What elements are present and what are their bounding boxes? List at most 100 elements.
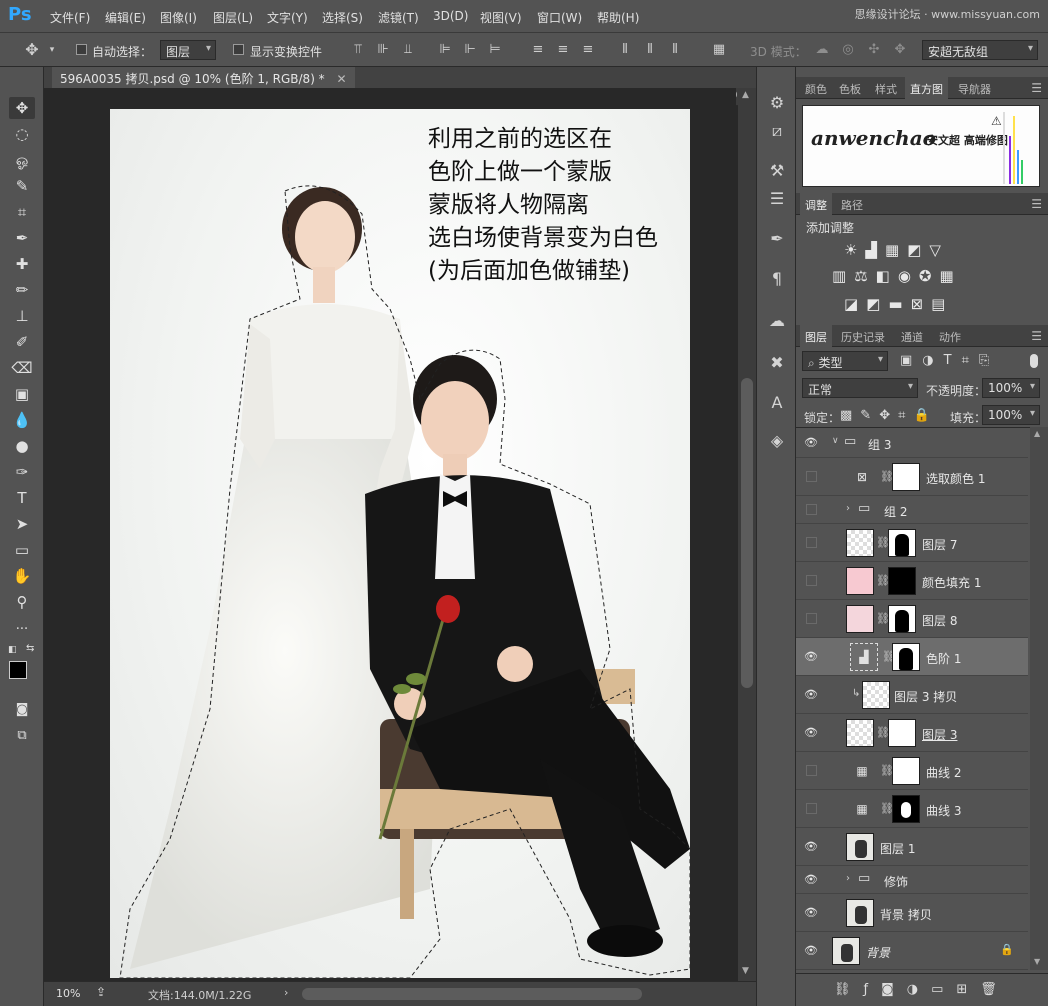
- status-menu-chevron-icon[interactable]: ›: [284, 986, 288, 999]
- align-vcenter-icon[interactable]: ⊪: [375, 42, 391, 58]
- lock-all-icon[interactable]: 🔒: [913, 408, 937, 423]
- layer-thumbnail[interactable]: [862, 681, 890, 709]
- menu-filter[interactable]: 滤镜(T): [378, 9, 419, 26]
- menu-file[interactable]: 文件(F): [50, 9, 90, 26]
- move-tool-icon[interactable]: ✥: [9, 97, 35, 119]
- horizontal-scroll-thumb[interactable]: [302, 988, 642, 1000]
- stamp-tool-icon[interactable]: ⊥: [9, 305, 35, 327]
- layer-mask-thumbnail[interactable]: [888, 529, 916, 557]
- vertical-scrollbar[interactable]: ▲ ▼: [738, 88, 756, 981]
- selective-color-icon[interactable]: ⊠: [911, 295, 932, 313]
- align-bottom-icon[interactable]: ⫫: [400, 42, 416, 58]
- layer-thumbnail[interactable]: [846, 605, 874, 633]
- photo-filter-icon[interactable]: ◉: [898, 267, 919, 285]
- new-group-icon[interactable]: ▭: [931, 982, 956, 997]
- lasso-tool-icon[interactable]: ஓ: [9, 149, 35, 171]
- layer-row[interactable]: 👁 背景 🔒: [796, 932, 1028, 970]
- invert-icon[interactable]: ◪: [844, 295, 866, 313]
- tab-histogram[interactable]: 直方图: [905, 77, 948, 99]
- 3d-roll-icon[interactable]: ◎: [840, 42, 856, 58]
- quick-mask-icon[interactable]: ◙: [9, 699, 35, 721]
- align-hcenter-icon[interactable]: ⊩: [462, 42, 478, 58]
- layer-mask-thumbnail[interactable]: [888, 605, 916, 633]
- layer-mask-thumbnail[interactable]: [888, 567, 916, 595]
- filter-toggle[interactable]: [1030, 354, 1038, 368]
- tool-presets-icon[interactable]: ⚒: [765, 159, 789, 183]
- visibility-toggle[interactable]: [806, 803, 817, 814]
- layer-row[interactable]: 👁 ↳ 图层 3 拷贝: [796, 676, 1028, 714]
- link-layers-icon[interactable]: ⛓: [834, 982, 864, 997]
- scroll-down-icon[interactable]: ▼: [1034, 957, 1040, 966]
- tab-navigator[interactable]: 导航器: [953, 77, 996, 99]
- scroll-down-icon[interactable]: ▼: [742, 966, 749, 976]
- menu-edit[interactable]: 编辑(E): [105, 9, 146, 26]
- visibility-toggle[interactable]: [806, 613, 817, 624]
- 3d-orbit-icon[interactable]: ☁: [814, 42, 830, 58]
- layer-row[interactable]: 👁 ⛓ 图层 3: [796, 714, 1028, 752]
- 3d-cube-icon[interactable]: ◈: [765, 429, 789, 453]
- layer-row[interactable]: 👁 图层 1: [796, 828, 1028, 866]
- expand-chevron-icon[interactable]: ›: [846, 873, 850, 884]
- lock-artboard-icon[interactable]: ⌗: [898, 408, 913, 423]
- marquee-tool-icon[interactable]: ◌: [9, 123, 35, 145]
- tab-swatches[interactable]: 色板: [834, 77, 866, 99]
- workspace-dropdown[interactable]: 安超无敌组 ▾: [922, 40, 1038, 60]
- shape-tool-icon[interactable]: ▭: [9, 539, 35, 561]
- default-colors-icon[interactable]: ◧: [8, 645, 17, 655]
- filter-type-icon[interactable]: T: [944, 353, 962, 368]
- vibrance-icon[interactable]: ▽: [929, 241, 949, 259]
- tab-adjustments[interactable]: 调整: [800, 193, 832, 215]
- layer-row[interactable]: ▦ ⛓ 曲线 2: [796, 752, 1028, 790]
- hand-tool-icon[interactable]: ✋: [9, 565, 35, 587]
- menu-type[interactable]: 文字(Y): [267, 9, 308, 26]
- dodge-tool-icon[interactable]: ●: [9, 435, 35, 457]
- blend-mode-dropdown[interactable]: 正常 ▾: [802, 378, 918, 398]
- layer-row[interactable]: ⛓ 图层 7: [796, 524, 1028, 562]
- layers-scrollbar[interactable]: ▲ ▼: [1030, 427, 1048, 970]
- libraries-icon[interactable]: ☁: [765, 309, 789, 333]
- auto-select-dropdown[interactable]: 图层 ▾: [160, 40, 216, 60]
- layer-row[interactable]: › ▭ 组 2: [796, 496, 1028, 524]
- tools-cross-icon[interactable]: ✖: [765, 351, 789, 375]
- properties-icon[interactable]: ☰: [765, 187, 789, 211]
- layer-row-selected[interactable]: 👁 ▟ ⛓ 色阶 1: [796, 638, 1028, 676]
- distribute-top-icon[interactable]: ≡: [530, 42, 546, 58]
- close-tab-icon[interactable]: ✕: [337, 72, 347, 86]
- panel-menu-icon[interactable]: ☰: [1031, 197, 1042, 211]
- visibility-toggle[interactable]: [806, 765, 817, 776]
- layer-filter-dropdown[interactable]: ⌕ 类型 ▾: [802, 351, 888, 371]
- layer-mask-thumbnail[interactable]: [888, 719, 916, 747]
- history-brush-tool-icon[interactable]: ✐: [9, 331, 35, 353]
- visibility-toggle[interactable]: [806, 537, 817, 548]
- threshold-icon[interactable]: ▬: [888, 295, 910, 313]
- swap-colors-icon[interactable]: ⇆: [26, 643, 34, 654]
- distribute-left-icon[interactable]: ⦀: [617, 42, 633, 58]
- zoom-tool-icon[interactable]: ⚲: [9, 591, 35, 613]
- layer-mask-thumbnail[interactable]: [892, 463, 920, 491]
- new-layer-icon[interactable]: ⊞: [956, 982, 980, 997]
- filter-shape-icon[interactable]: ⌗: [962, 353, 979, 368]
- eraser-tool-icon[interactable]: ⌫: [9, 357, 35, 379]
- eye-icon[interactable]: 👁: [804, 944, 818, 958]
- type-tool-icon[interactable]: T: [9, 487, 35, 509]
- show-transform-checkbox[interactable]: [233, 44, 244, 55]
- eye-icon[interactable]: 👁: [804, 873, 818, 887]
- gradient-tool-icon[interactable]: ▣: [9, 383, 35, 405]
- character-icon[interactable]: A: [765, 391, 789, 415]
- menu-help[interactable]: 帮助(H): [597, 9, 639, 26]
- color-balance-icon[interactable]: ⚖: [854, 267, 875, 285]
- lock-pixels-icon[interactable]: ✎: [860, 408, 879, 423]
- visibility-toggle[interactable]: [806, 504, 817, 515]
- menu-select[interactable]: 选择(S): [322, 9, 363, 26]
- layer-mask-thumbnail[interactable]: [892, 643, 920, 671]
- path-select-tool-icon[interactable]: ➤: [9, 513, 35, 535]
- brightness-icon[interactable]: ☀: [844, 241, 865, 259]
- document-canvas[interactable]: 利用之前的选区在 色阶上做一个蒙版 蒙版将人物隔离 选白场使背景变为白色 (为后…: [110, 109, 690, 978]
- tab-layers[interactable]: 图层: [800, 325, 832, 347]
- layer-mask-thumbnail[interactable]: [892, 757, 920, 785]
- expand-chevron-icon[interactable]: ›: [846, 503, 850, 514]
- fill-field[interactable]: 100% ▾: [982, 405, 1040, 425]
- foreground-color-swatch[interactable]: [9, 661, 27, 679]
- visibility-toggle[interactable]: [806, 575, 817, 586]
- menu-window[interactable]: 窗口(W): [537, 9, 582, 26]
